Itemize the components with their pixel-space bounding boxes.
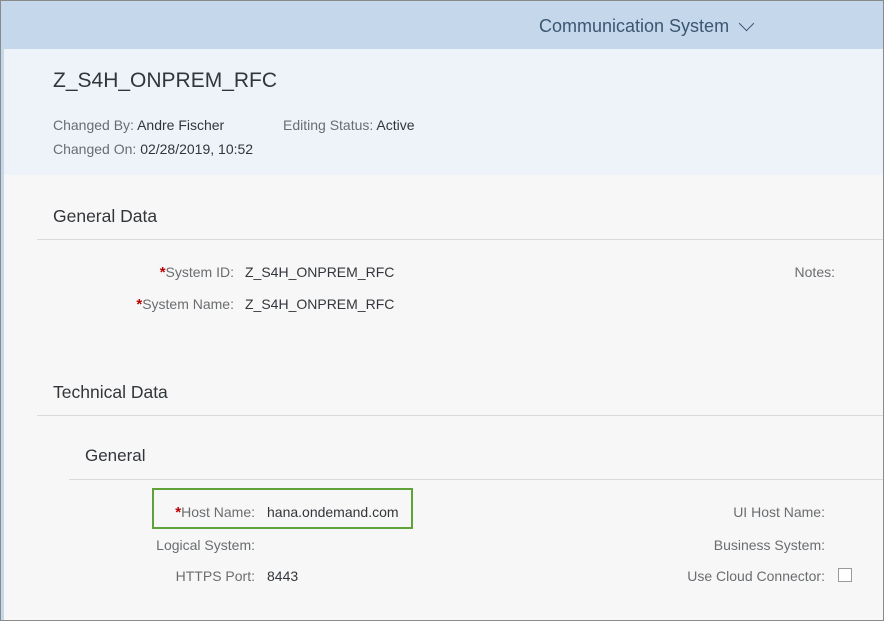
section-title-technical-data: Technical Data xyxy=(53,382,168,402)
https-port-value: 8443 xyxy=(267,568,299,584)
https-port-label: HTTPS Port: xyxy=(175,568,255,584)
app-frame: Communication System Z_S4H_ONPREM_RFC Ch… xyxy=(0,0,884,621)
host-name-label: *Host Name: xyxy=(131,504,255,521)
system-id-label: *System ID: xyxy=(101,264,234,281)
changed-on-attribute: Changed On: 02/28/2019, 10:52 xyxy=(53,141,253,157)
notes-label: Notes: xyxy=(794,264,835,280)
ui-host-name-label: UI Host Name: xyxy=(733,504,825,520)
changed-by-value: Andre Fischer xyxy=(137,117,225,133)
chevron-down-icon xyxy=(738,15,755,32)
system-name-label: *System Name: xyxy=(101,296,234,313)
logical-system-label: Logical System: xyxy=(156,537,255,553)
host-name-label-text: Host Name: xyxy=(181,504,255,520)
section-title-general-data: General Data xyxy=(53,206,158,226)
section-divider xyxy=(37,239,883,240)
editing-status-value: Active xyxy=(376,117,415,133)
app-title-menu[interactable]: Communication System xyxy=(539,15,755,37)
system-name-label-text: System Name: xyxy=(142,296,234,312)
object-header: Z_S4H_ONPREM_RFC Changed By: Andre Fisch… xyxy=(4,49,883,175)
system-name-value: Z_S4H_ONPREM_RFC xyxy=(245,296,395,312)
editing-status-label: Editing Status: xyxy=(283,117,374,133)
host-name-value: hana.ondemand.com xyxy=(267,504,399,520)
use-cloud-connector-label: Use Cloud Connector: xyxy=(687,568,825,584)
editing-status-attribute: Editing Status: Active xyxy=(283,117,415,133)
changed-by-attribute: Changed By: Andre Fischer xyxy=(53,117,224,133)
business-system-label: Business System: xyxy=(713,537,825,553)
use-cloud-connector-checkbox[interactable] xyxy=(838,568,852,582)
changed-by-label: Changed By: xyxy=(53,117,134,133)
top-bar: Communication System xyxy=(1,1,883,49)
app-title: Communication System xyxy=(539,16,730,36)
section-divider xyxy=(37,415,883,416)
system-id-value: Z_S4H_ONPREM_RFC xyxy=(245,264,395,280)
object-title: Z_S4H_ONPREM_RFC xyxy=(53,69,278,92)
subsection-divider xyxy=(69,479,883,480)
system-id-label-text: System ID: xyxy=(165,264,234,280)
subsection-title-general: General xyxy=(85,446,146,465)
changed-on-label: Changed On: xyxy=(53,141,137,157)
changed-on-value: 02/28/2019, 10:52 xyxy=(140,141,254,157)
